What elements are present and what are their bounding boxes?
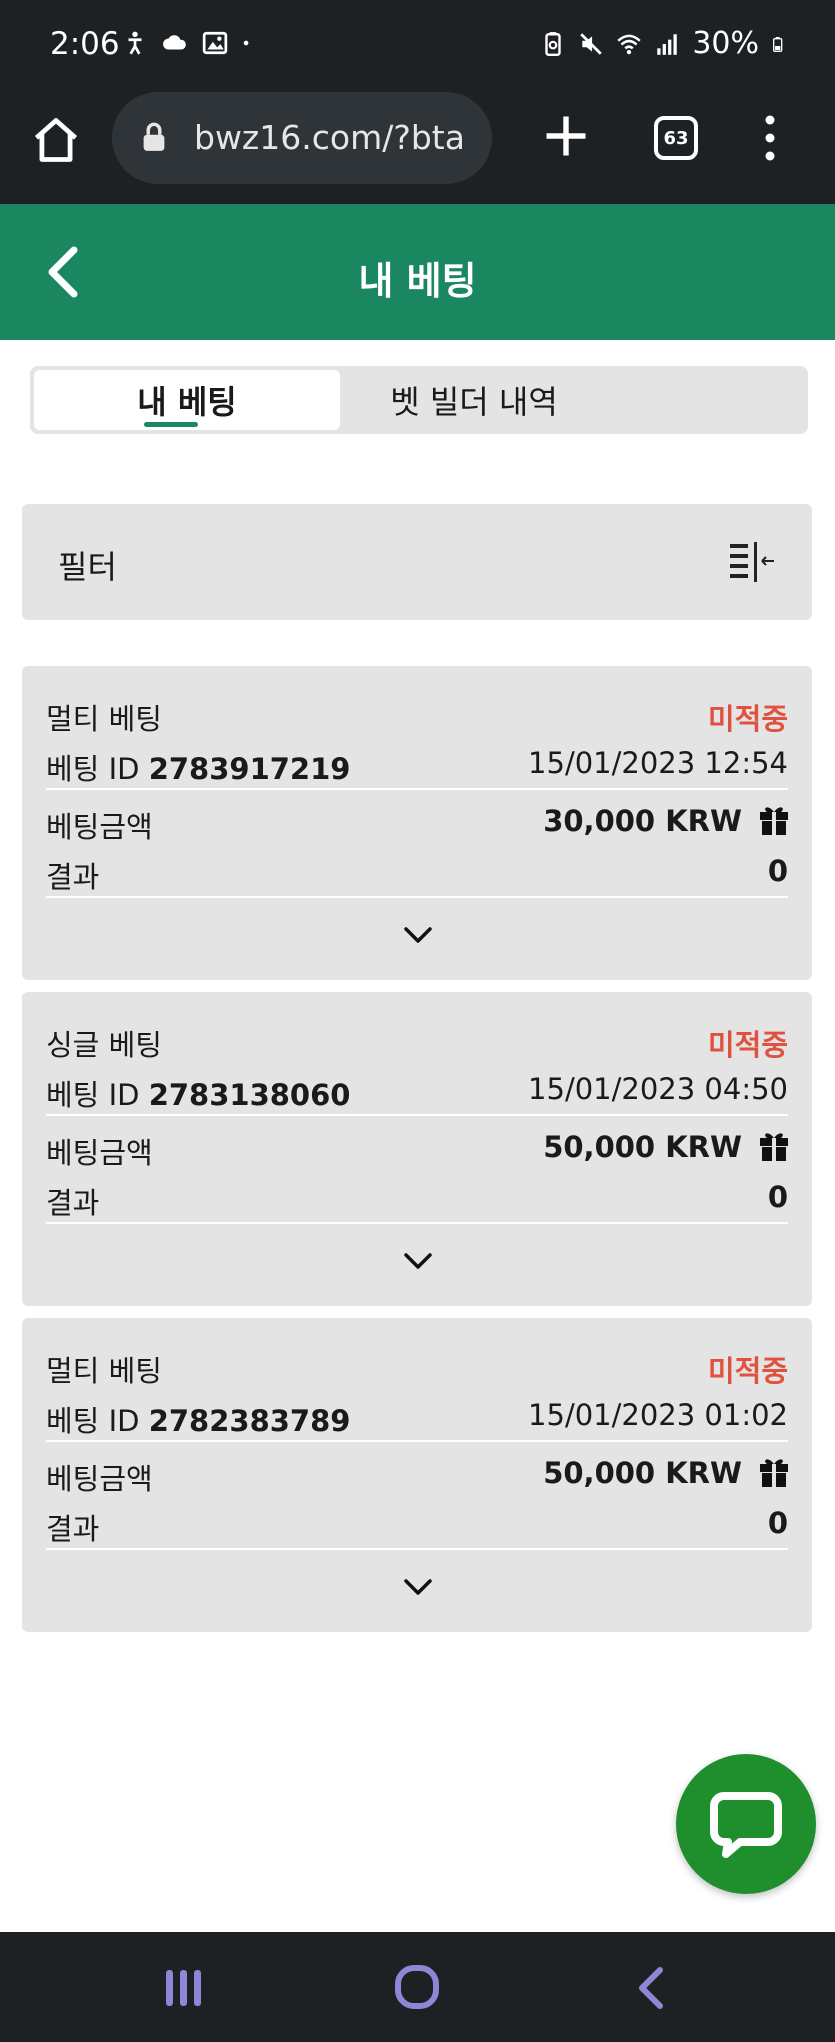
system-nav-bar [0,1932,835,2042]
signal-icon [657,33,678,55]
divider [46,788,788,790]
bet-result: 0 [767,1180,788,1214]
divider [46,1440,788,1442]
bet-status: 미적중 [707,702,788,736]
cloud-icon [163,35,186,50]
page-title: 내 베팅 [358,259,477,303]
url-text: bwz16.com/?bta [194,118,465,157]
chat-bubble-icon [710,1792,782,1858]
chevron-down-icon[interactable] [402,924,434,946]
bet-card: 멀티 베팅 미적중 베팅 ID 2782383789 15/01/2023 01… [22,1318,812,1632]
gift-icon[interactable] [758,802,790,836]
gift-icon[interactable] [758,1128,790,1162]
tab-count-button[interactable]: 63 [654,116,698,160]
bet-id-label: 베팅 ID [46,752,140,786]
bet-date: 15/01/2023 12:54 [528,746,788,780]
bet-result-label: 결과 [46,1512,100,1546]
new-tab-icon[interactable] [540,110,592,162]
bet-date: 15/01/2023 04:50 [528,1072,788,1106]
page-header: 내 베팅 [0,204,835,340]
bet-id-value: 2782383789 [148,1404,351,1438]
bet-amount: 30,000 KRW [543,804,742,838]
back-button-icon[interactable] [634,1966,666,2010]
bet-result: 0 [767,854,788,888]
divider [46,896,788,898]
tab-count: 63 [663,127,689,149]
browser-toolbar: bwz16.com/?bta 63 [0,88,835,204]
tab-my-bets[interactable]: 내 베팅 [34,370,340,430]
bet-amount: 50,000 KRW [543,1130,742,1164]
chevron-down-icon[interactable] [402,1576,434,1598]
chevron-down-icon[interactable] [402,1250,434,1272]
bet-card: 싱글 베팅 미적중 베팅 ID 2783138060 15/01/2023 04… [22,992,812,1306]
tab-label: 내 베팅 [137,383,237,421]
bet-date: 15/01/2023 01:02 [528,1398,788,1432]
bet-id-label: 베팅 ID [46,1404,140,1438]
filter-bar[interactable]: 필터 [22,504,812,620]
wifi-icon [617,34,641,54]
status-time: 2:06 [50,26,120,62]
bet-card: 멀티 베팅 미적중 베팅 ID 2783917219 15/01/2023 12… [22,666,812,980]
tab-bet-builder-history[interactable]: 벳 빌더 내역 [344,370,604,430]
battery-saver-icon [545,31,562,56]
battery-percent: 30% [692,26,759,61]
live-chat-button[interactable] [676,1754,816,1894]
more-menu-icon[interactable] [750,112,790,164]
home-icon[interactable] [30,114,82,166]
bet-status: 미적중 [707,1028,788,1062]
filter-collapse-icon[interactable] [728,540,776,584]
bet-tabs: 내 베팅 벳 빌더 내역 [30,366,808,434]
bet-amount-label: 베팅금액 [46,810,153,844]
bet-id: 베팅 ID 2782383789 [46,1398,350,1440]
accessibility-icon [128,31,142,55]
battery-icon [773,36,783,52]
bet-result: 0 [767,1506,788,1540]
bet-type: 멀티 베팅 [46,1354,162,1388]
address-bar[interactable]: bwz16.com/?bta [112,92,492,184]
gift-icon[interactable] [758,1454,790,1488]
bet-result-label: 결과 [46,860,100,894]
dot-icon [243,40,249,46]
bet-id-value: 2783138060 [148,1078,351,1112]
bet-id-label: 베팅 ID [46,1078,140,1112]
bet-amount-label: 베팅금액 [46,1462,153,1496]
bet-type: 싱글 베팅 [46,1028,162,1062]
status-left-icons [122,30,256,56]
bet-result-label: 결과 [46,1186,100,1220]
bet-type: 멀티 베팅 [46,702,162,736]
mute-icon [580,32,603,55]
lock-icon [143,122,165,151]
active-tab-indicator [144,422,198,427]
divider [46,1222,788,1224]
status-bar: 2:06 30% [0,0,835,88]
bet-id: 베팅 ID 2783917219 [46,746,350,788]
recent-apps-icon[interactable] [162,1968,206,2008]
divider [46,1114,788,1116]
tab-label: 벳 빌더 내역 [390,383,558,421]
bet-amount: 50,000 KRW [543,1456,742,1490]
image-icon [202,31,228,55]
bet-id-value: 2783917219 [148,752,351,786]
bet-amount-label: 베팅금액 [46,1136,153,1170]
status-right: 30% [540,26,787,61]
divider [46,1548,788,1550]
filter-label: 필터 [58,548,117,586]
bet-id: 베팅 ID 2783138060 [46,1072,350,1114]
home-button-icon[interactable] [394,1964,440,2010]
bet-status: 미적중 [707,1354,788,1388]
